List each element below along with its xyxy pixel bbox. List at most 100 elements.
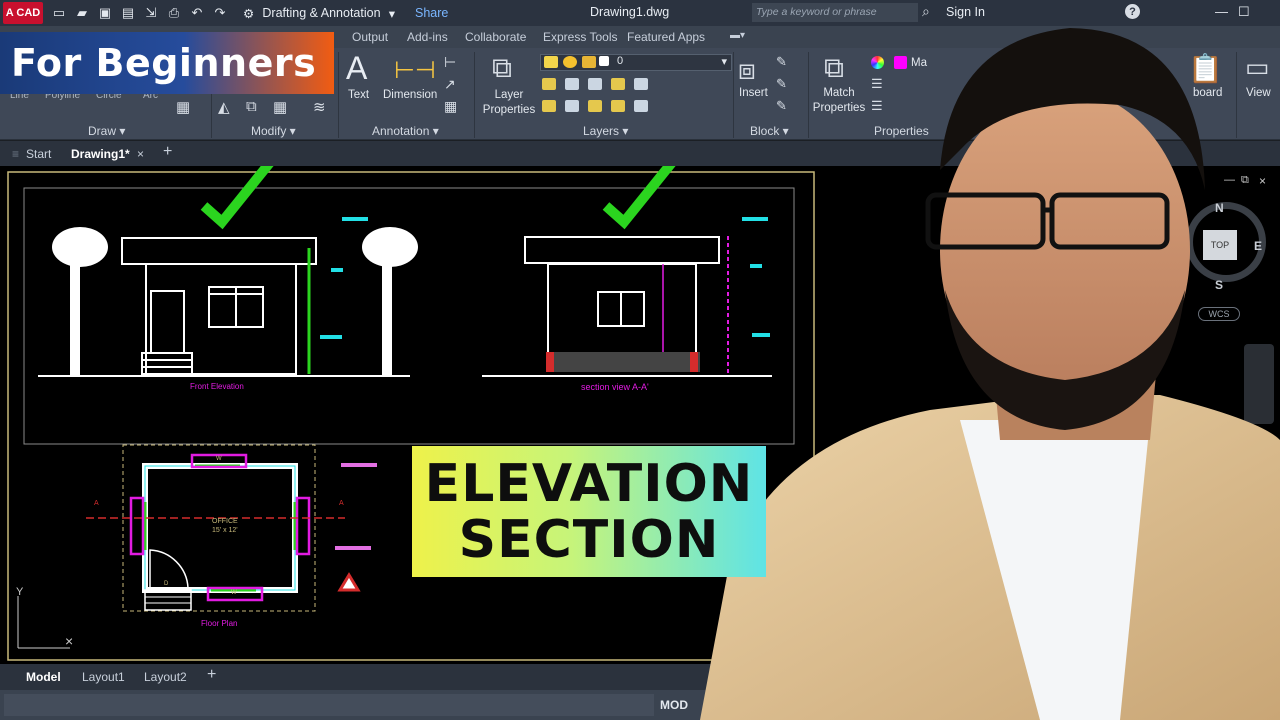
layer-properties-label[interactable]: Layer Properties: [482, 88, 536, 118]
tab-output[interactable]: Output: [352, 30, 388, 44]
chevron-down-icon: ▾: [388, 6, 395, 21]
beginners-badge: For Beginners: [0, 32, 334, 94]
layer-on-icon[interactable]: [544, 56, 558, 68]
document-title: Drawing1.dwg: [590, 5, 670, 19]
title-line-1: ELEVATION: [424, 453, 754, 514]
new-tab-icon[interactable]: +: [163, 143, 172, 161]
panel-annotation[interactable]: Annotation ▾: [372, 124, 439, 138]
title-line-2: SECTION: [458, 509, 720, 570]
close-icon[interactable]: ×: [137, 147, 144, 161]
tab-layout2[interactable]: Layout2: [144, 670, 187, 684]
room-name: OFFICE: [212, 518, 238, 525]
scale-icon[interactable]: ⧉: [246, 98, 257, 115]
layer-color-icon[interactable]: [599, 56, 609, 66]
text-button-label[interactable]: Text: [348, 88, 369, 103]
plan-window-frame: [129, 496, 145, 556]
model-space-toggle[interactable]: MOD: [660, 698, 688, 712]
plot-icon[interactable]: ⎙: [164, 4, 184, 22]
tab-model[interactable]: Model: [26, 670, 61, 684]
plan-window-frame: [295, 496, 311, 556]
palm-tree-left: [52, 227, 108, 376]
section-wall-cut: [546, 352, 554, 372]
north-marker-icon: [337, 572, 361, 592]
plan-label-tag: [341, 463, 377, 467]
layer-freeze-icon[interactable]: [563, 56, 577, 68]
section-foundation: [546, 352, 700, 372]
tab-express-tools[interactable]: Express Tools: [543, 30, 617, 44]
open-folder-icon[interactable]: ▰: [72, 4, 92, 22]
offset-icon[interactable]: ≋: [313, 98, 326, 116]
section-wall-cut: [690, 352, 698, 372]
new-layout-icon[interactable]: +: [207, 666, 216, 684]
new-file-icon[interactable]: ▭: [49, 4, 69, 22]
layer-value: 0: [617, 55, 624, 67]
checkmark-icon: [200, 166, 274, 230]
floor-plan-label: Floor Plan: [201, 619, 238, 628]
tab-collaborate[interactable]: Collaborate: [465, 30, 526, 44]
text-icon[interactable]: A: [346, 50, 367, 87]
badge-text: For Beginners: [11, 41, 317, 85]
layer-tool-icon[interactable]: [542, 78, 556, 90]
checkmark-icon: [602, 166, 676, 230]
command-line[interactable]: [4, 694, 654, 716]
autocad-window: A CAD ▭ ▰ ▣ ▤ ⇲ ⎙ ↶ ↷ ⚙ Drafting & Annot…: [0, 0, 1280, 720]
section-cut-marker: A: [339, 500, 344, 507]
front-label-tag: [342, 217, 368, 221]
gear-icon: ⚙: [243, 6, 255, 21]
table-icon[interactable]: ▦: [444, 98, 457, 115]
ucs-y-label: Y: [16, 586, 24, 598]
layer-tool-icon[interactable]: [588, 100, 602, 112]
panel-draw[interactable]: Draw ▾: [88, 124, 125, 138]
front-label-tag: [331, 268, 343, 272]
section-view-label: section view A-A': [581, 382, 649, 392]
dimension-icon[interactable]: ⊢⊣: [394, 56, 436, 85]
layer-tool-icon[interactable]: [634, 100, 648, 112]
quick-access-toolbar: ▭ ▰ ▣ ▤ ⇲ ⎙ ↶ ↷: [49, 4, 233, 22]
tab-add-ins[interactable]: Add-ins: [407, 30, 448, 44]
undo-icon[interactable]: ↶: [187, 4, 207, 22]
ucs-x-icon: ×: [65, 633, 73, 649]
workspace-label: Drafting & Annotation: [262, 6, 381, 20]
video-title-box: ELEVATION SECTION: [412, 446, 766, 577]
share-button[interactable]: Share: [415, 6, 448, 20]
section-cut-marker: A: [94, 500, 99, 507]
tab-layout1[interactable]: Layout1: [82, 670, 125, 684]
redo-icon[interactable]: ↷: [210, 4, 230, 22]
sheet-inner-border: [23, 187, 795, 445]
front-label-tag: [320, 335, 342, 339]
layer-tool-icon[interactable]: [565, 100, 579, 112]
plan-label-tag: [335, 546, 371, 550]
layer-tool-icon[interactable]: [611, 78, 625, 90]
presenter-photo: [700, 28, 1280, 720]
layer-tool-icon[interactable]: [565, 78, 579, 90]
save-icon[interactable]: ▣: [95, 4, 115, 22]
workspace-dropdown[interactable]: ⚙ Drafting & Annotation ▾: [237, 3, 401, 23]
web-mobile-icon[interactable]: ⇲: [141, 4, 161, 22]
linear-dim-icon[interactable]: ⊢: [444, 54, 456, 71]
layer-tool-icon[interactable]: [588, 78, 602, 90]
array-icon[interactable]: ▦: [273, 98, 287, 116]
door-tag: D: [164, 581, 169, 587]
save-as-icon[interactable]: ▤: [118, 4, 138, 22]
panel-layers[interactable]: Layers ▾: [583, 124, 628, 138]
layer-tool-icon[interactable]: [611, 100, 625, 112]
palm-tree-right: [362, 227, 418, 376]
dimension-button-label[interactable]: Dimension: [383, 88, 437, 103]
app-logo[interactable]: A CAD: [3, 2, 43, 24]
window-tag: W: [216, 456, 222, 462]
plan-door-swing: [149, 549, 189, 589]
tab-featured-apps[interactable]: Featured Apps: [627, 30, 705, 44]
tab-drawing1[interactable]: Drawing1*: [71, 147, 130, 161]
front-elevation-label: Front Elevation: [190, 382, 244, 391]
leader-icon[interactable]: ↗: [444, 76, 456, 93]
mirror-icon[interactable]: ◭: [218, 98, 230, 116]
layer-lock-icon[interactable]: [582, 56, 596, 68]
window-tag: W: [231, 590, 237, 596]
layer-tool-icon[interactable]: [634, 78, 648, 90]
tab-start[interactable]: Start: [26, 147, 51, 161]
room-size: 15' x 12': [212, 527, 238, 534]
panel-modify[interactable]: Modify ▾: [251, 124, 296, 138]
hatch-icon[interactable]: ▦: [176, 98, 190, 116]
layer-properties-icon[interactable]: ⧉: [492, 52, 512, 85]
layer-tool-icon[interactable]: [542, 100, 556, 112]
